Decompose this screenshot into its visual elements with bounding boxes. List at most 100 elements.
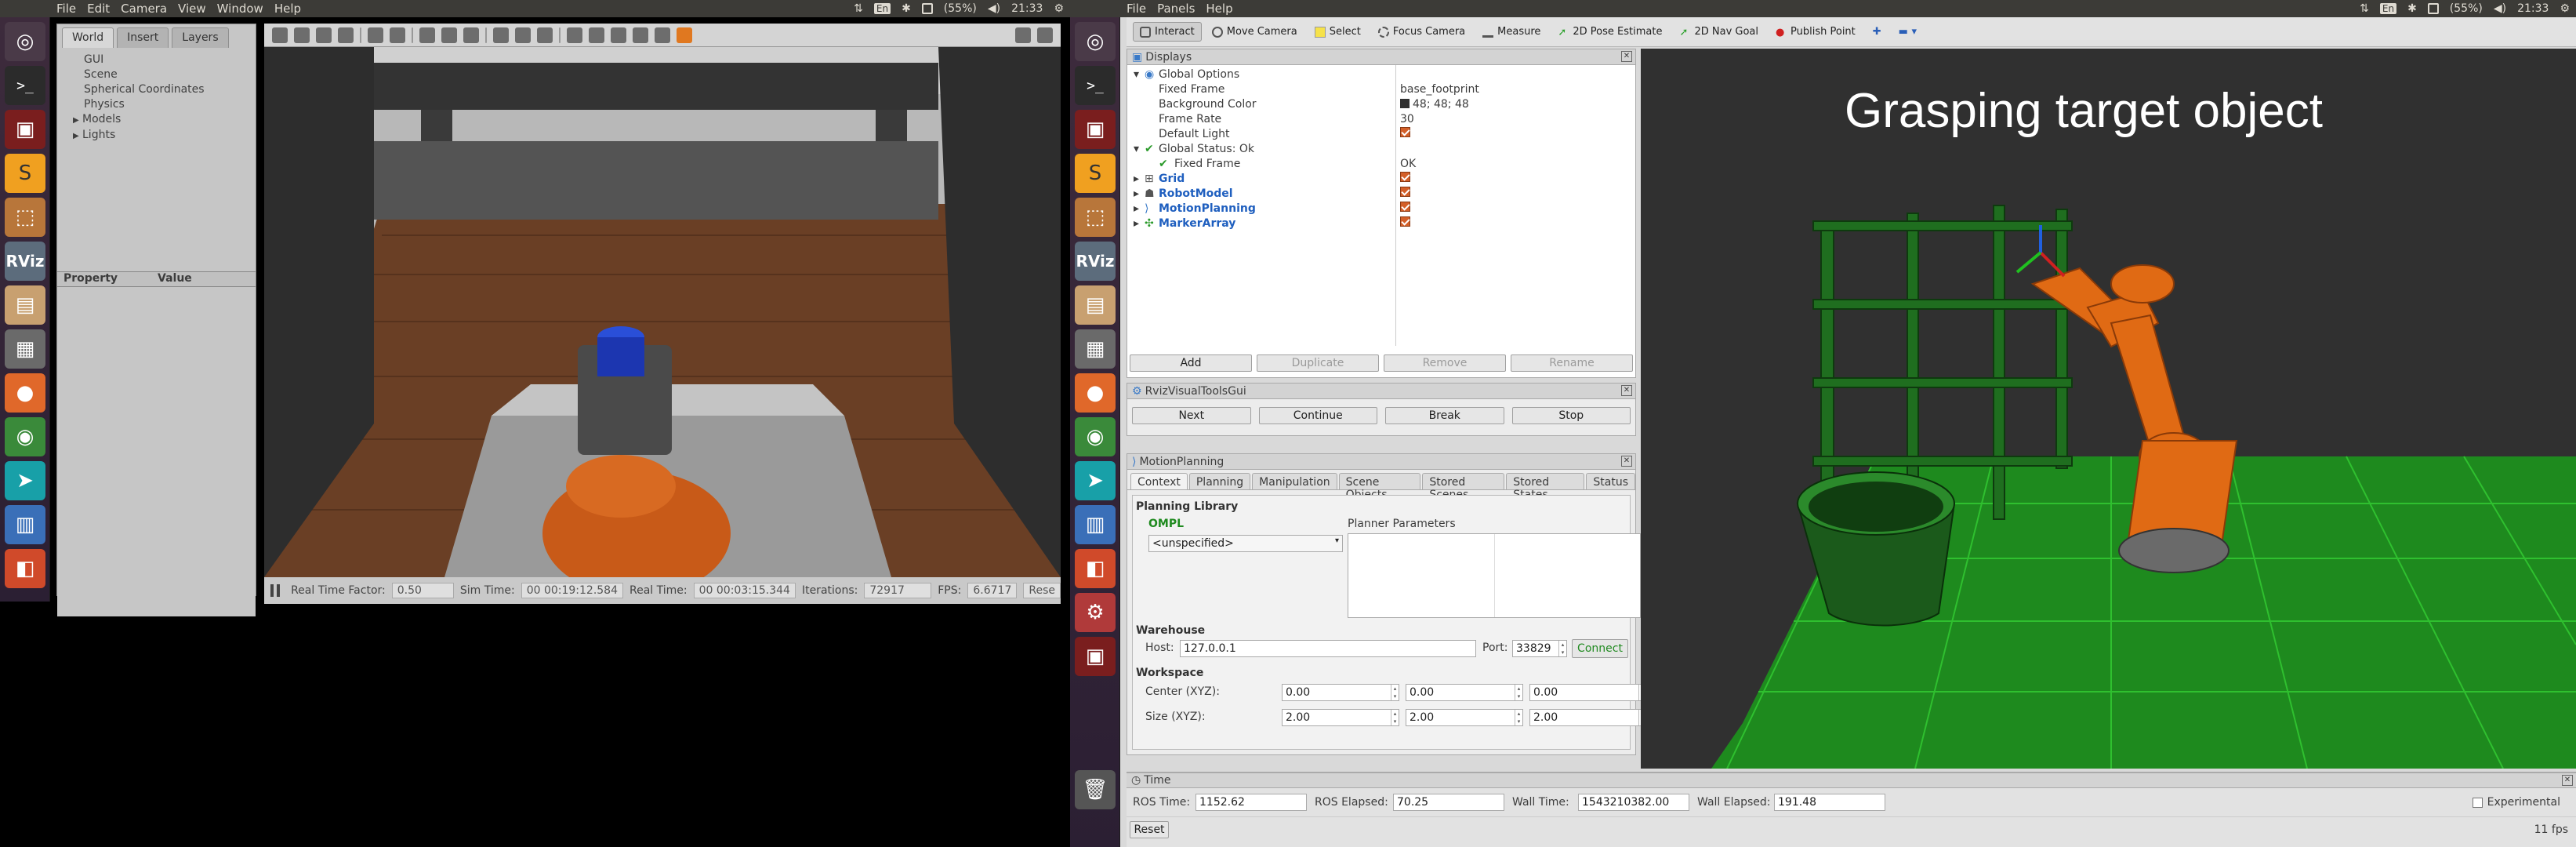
experimental-toggle[interactable]: Experimental <box>2472 796 2560 809</box>
tool-select[interactable]: Select <box>1308 22 1368 42</box>
scale-icon[interactable] <box>338 27 354 43</box>
pause-icon[interactable] <box>270 584 281 597</box>
default-light-checkbox[interactable] <box>1400 127 1410 140</box>
calculator-icon[interactable]: ▦ <box>1075 329 1116 369</box>
terminal-icon[interactable]: >_ <box>5 66 45 105</box>
tree-row-global-status[interactable]: ▾ ✔ Global Status: Ok <box>1127 141 1635 156</box>
tool-2d-nav-goal[interactable]: ➚ 2D Nav Goal <box>1672 22 1765 42</box>
center-x-input[interactable]: 0.00 ▴ ▾ <box>1282 684 1399 701</box>
add-display-button[interactable]: Add <box>1130 354 1252 372</box>
duplicate-display-button[interactable]: Duplicate <box>1257 354 1379 372</box>
terminal-red-icon[interactable]: ▣ <box>5 110 45 149</box>
tree-item-scene[interactable]: Scene <box>84 67 256 82</box>
tab-planning[interactable]: Planning <box>1188 473 1251 489</box>
tab-world[interactable]: World <box>62 27 114 48</box>
software-center-icon[interactable]: ◧ <box>1075 549 1116 588</box>
continue-button[interactable]: Continue <box>1258 407 1377 424</box>
spot-light-icon[interactable] <box>515 27 531 43</box>
frame-rate-value[interactable]: 30 <box>1400 113 1414 125</box>
clock[interactable]: 21:33 <box>2517 2 2549 15</box>
tool-publish-point[interactable]: ● Publish Point <box>1769 22 1863 42</box>
menu-camera[interactable]: Camera <box>121 2 167 16</box>
next-button[interactable]: Next <box>1132 407 1251 424</box>
trash-icon[interactable]: 🗑 <box>1075 770 1116 809</box>
expand-caret-icon[interactable]: ▶ <box>73 113 82 128</box>
tab-insert[interactable]: Insert <box>117 27 169 48</box>
close-icon[interactable]: ✕ <box>2562 775 2573 786</box>
tool-interact[interactable]: Interact <box>1133 22 1202 42</box>
firefox-icon[interactable]: ● <box>5 373 45 413</box>
settings-tools-icon[interactable]: ⚙ <box>1075 593 1116 632</box>
close-icon[interactable]: ✕ <box>1621 51 1632 62</box>
tab-layers[interactable]: Layers <box>172 27 229 48</box>
keyboard-layout-indicator[interactable]: En <box>873 3 891 14</box>
rviz-icon[interactable]: RViz <box>1075 242 1116 281</box>
spinbox-arrows-icon[interactable]: ▴▾ <box>1391 685 1399 700</box>
undo-icon[interactable] <box>368 27 383 43</box>
collapse-caret-icon[interactable]: ▾ <box>1134 68 1139 81</box>
expand-caret-icon[interactable]: ▸ <box>1134 187 1139 200</box>
expand-caret-icon[interactable]: ▸ <box>1134 217 1139 230</box>
document-icon[interactable]: ▥ <box>5 505 45 544</box>
files-icon[interactable]: ▤ <box>1075 285 1116 325</box>
close-icon[interactable]: ✕ <box>1621 385 1632 396</box>
settings-gear-icon[interactable]: ⚙ <box>1054 2 1064 15</box>
break-button[interactable]: Break <box>1385 407 1504 424</box>
expand-caret-icon[interactable]: ▸ <box>1134 202 1139 215</box>
tree-item-gui[interactable]: GUI <box>84 53 256 67</box>
point-light-icon[interactable] <box>493 27 509 43</box>
planner-select[interactable]: <unspecified> ▾ <box>1148 535 1343 552</box>
tree-row-status-fixed-frame[interactable]: ✔ Fixed Frame OK <box>1127 156 1635 171</box>
spinbox-arrows-icon[interactable]: ▴▾ <box>1558 641 1566 656</box>
document-icon[interactable]: ▥ <box>1075 505 1116 544</box>
tree-item-lights[interactable]: ▶ Lights <box>73 128 256 144</box>
volume-icon[interactable]: ◀) <box>2494 2 2506 15</box>
settings-gear-icon[interactable]: ⚙ <box>2560 2 2570 15</box>
package-icon[interactable]: ⬚ <box>1075 198 1116 237</box>
bluetooth-icon[interactable]: ✱ <box>2407 2 2417 15</box>
tree-row-background-color[interactable]: Background Color 48; 48; 48 <box>1127 96 1635 111</box>
robot-model-checkbox[interactable] <box>1400 187 1410 200</box>
tool-move-camera[interactable]: Move Camera <box>1205 22 1304 42</box>
add-tool-button[interactable]: ✚ <box>1866 22 1888 42</box>
tool-measure[interactable]: Measure <box>1475 22 1547 42</box>
menu-help[interactable]: Help <box>274 2 301 16</box>
reset-time-button[interactable]: Rese <box>1023 583 1061 598</box>
tree-row-fixed-frame[interactable]: Fixed Frame base_footprint <box>1127 82 1635 96</box>
software-center-icon[interactable]: ◧ <box>5 549 45 588</box>
volume-icon[interactable]: ◀) <box>988 2 1000 15</box>
tab-scene-objects[interactable]: Scene Objects <box>1338 473 1421 501</box>
clock[interactable]: 21:33 <box>1011 2 1043 15</box>
remove-display-button[interactable]: Remove <box>1384 354 1506 372</box>
center-y-input[interactable]: 0.00 ▴ ▾ <box>1406 684 1523 701</box>
chrome-icon[interactable]: ◉ <box>5 417 45 456</box>
files-icon[interactable]: ▤ <box>5 285 45 325</box>
firefox-icon[interactable]: ● <box>1075 373 1116 413</box>
ubuntu-dash-icon[interactable]: ◎ <box>1075 22 1116 61</box>
ubuntu-dash-icon[interactable]: ◎ <box>5 22 45 61</box>
rotate-icon[interactable] <box>316 27 332 43</box>
rviz-3d-view[interactable]: Grasping target object <box>1641 49 2576 769</box>
terminal-icon[interactable]: >_ <box>1075 66 1116 105</box>
rename-display-button[interactable]: Rename <box>1511 354 1633 372</box>
tree-item-physics[interactable]: Physics <box>84 97 256 112</box>
tree-row-grid[interactable]: ▸ ⊞ Grid <box>1127 171 1635 186</box>
keyboard-layout-indicator[interactable]: En <box>2379 3 2397 14</box>
battery-icon[interactable] <box>2427 3 2439 14</box>
record-icon[interactable] <box>677 27 692 43</box>
battery-icon[interactable] <box>921 3 933 14</box>
translate-icon[interactable] <box>294 27 310 43</box>
stop-button[interactable]: Stop <box>1511 407 1631 424</box>
fixed-frame-value[interactable]: base_footprint <box>1400 83 1479 96</box>
joint-icon[interactable] <box>655 27 670 43</box>
tab-stored-scenes[interactable]: Stored Scenes <box>1422 473 1505 501</box>
redo-icon[interactable] <box>390 27 405 43</box>
tree-row-global-options[interactable]: ▾ ◉ Global Options <box>1127 67 1635 82</box>
tab-manipulation[interactable]: Manipulation <box>1252 473 1337 489</box>
spinbox-arrows-icon[interactable]: ▴▾ <box>1515 685 1522 700</box>
background-color-value[interactable]: 48; 48; 48 <box>1400 98 1469 111</box>
package-icon[interactable]: ⬚ <box>5 198 45 237</box>
calculator-icon[interactable]: ▦ <box>5 329 45 369</box>
menu-view[interactable]: View <box>178 2 206 16</box>
directional-light-icon[interactable] <box>537 27 553 43</box>
